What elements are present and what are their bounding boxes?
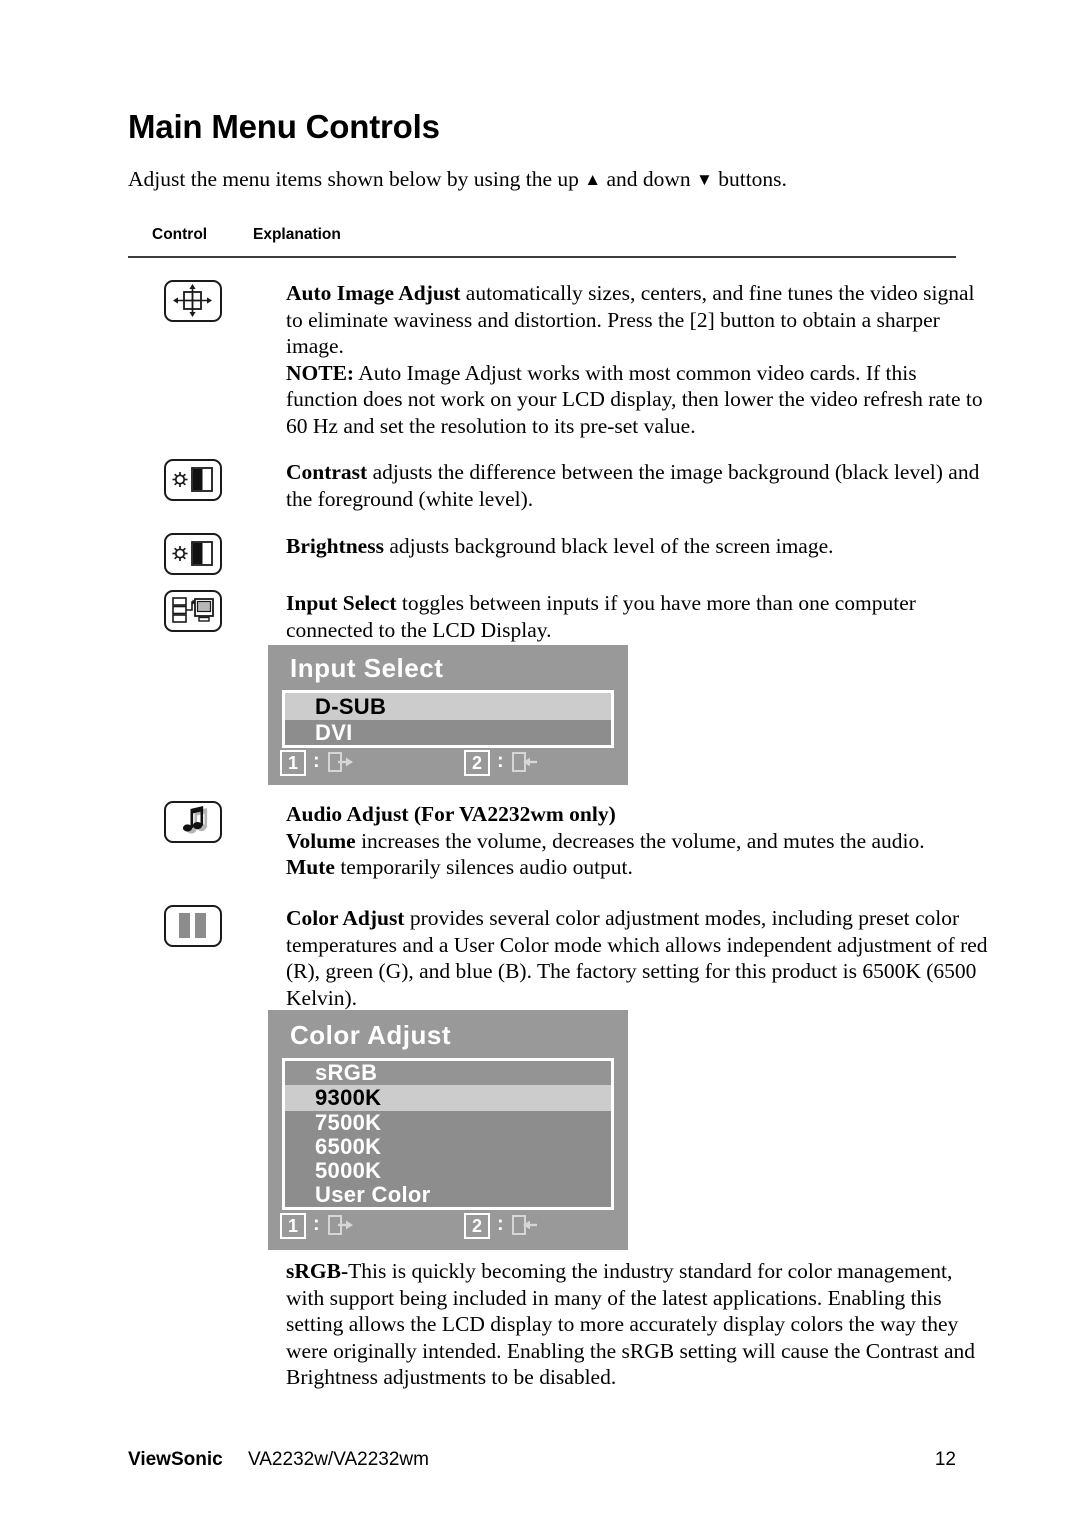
osd-hint-separator-1: : — [313, 1213, 320, 1235]
term-srgb: sRGB- — [286, 1259, 349, 1283]
body-volume: increases the volume, decreases the volu… — [355, 828, 925, 853]
heading-audio-adjust: Audio Adjust (For VA2232wm only) — [286, 802, 616, 826]
osd-input-select: Input Select D-SUB DVI 1 : 2 : — [268, 645, 628, 785]
intro-text-middle: and down — [606, 167, 691, 191]
auto-image-adjust-icon — [164, 280, 222, 322]
footer-brand: ViewSonic — [128, 1449, 223, 1470]
osd-hint-key-2: 2 — [464, 750, 490, 776]
osd-hint-1: 1 : — [280, 750, 355, 776]
osd-hint-2: 2 : — [464, 1213, 539, 1239]
column-header-explanation: Explanation — [253, 226, 341, 243]
osd-color-adjust: Color Adjust sRGB 9300K 7500K 6500K 5000… — [268, 1010, 628, 1250]
osd-option-srgb[interactable]: sRGB — [285, 1061, 611, 1085]
page-title: Main Menu Controls — [128, 108, 440, 145]
audio-adjust-icon — [164, 801, 222, 843]
auto-image-adjust-text: Auto Image Adjust automatically sizes, c… — [286, 280, 992, 439]
body-contrast: adjusts the difference between the image… — [286, 460, 980, 511]
intro-paragraph: Adjust the menu items shown below by usi… — [128, 166, 787, 193]
body-mute: temporarily silences audio output. — [334, 855, 633, 879]
term-color-adjust: Color Adjust — [286, 906, 405, 930]
up-arrow-icon: ▲ — [584, 170, 602, 189]
osd-input-select-footer: 1 : 2 : — [268, 750, 628, 784]
osd-hint-key-2: 2 — [464, 1213, 490, 1239]
osd-hint-1: 1 : — [280, 1213, 355, 1239]
header-divider — [128, 256, 956, 258]
osd-hint-separator-2: : — [497, 750, 504, 772]
term-input-select: Input Select — [286, 591, 397, 615]
note-label: NOTE: — [286, 360, 355, 385]
term-mute: Mute — [286, 855, 335, 879]
osd-option-d-sub[interactable]: D-SUB — [285, 693, 611, 720]
exit-right-icon — [327, 750, 355, 776]
osd-color-adjust-title: Color Adjust — [290, 1020, 452, 1050]
footer-model: VA2232w/VA2232wm — [248, 1449, 429, 1470]
brightness-text: Brightness adjusts background black leve… — [286, 533, 992, 560]
input-select-icon — [164, 590, 222, 632]
input-select-text: Input Select toggles between inputs if y… — [286, 590, 992, 643]
term-volume: Volume — [286, 828, 356, 853]
osd-option-user-color[interactable]: User Color — [285, 1182, 611, 1207]
osd-hint-key-1: 1 — [280, 1213, 306, 1239]
srgb-text: sRGB-This is quickly becoming the indust… — [286, 1258, 992, 1391]
osd-input-select-title: Input Select — [290, 653, 444, 683]
contrast-icon — [164, 459, 222, 501]
osd-option-5000k[interactable]: 5000K — [285, 1158, 611, 1183]
osd-color-adjust-list: sRGB 9300K 7500K 6500K 5000K User Color — [282, 1058, 614, 1210]
term-auto-image-adjust: Auto Image Adjust — [286, 281, 461, 305]
color-adjust-icon — [164, 905, 222, 947]
manual-page: Main Menu Controls Adjust the menu items… — [0, 0, 1080, 1528]
color-adjust-text: Color Adjust provides several color adju… — [286, 905, 992, 1011]
osd-option-7500k[interactable]: 7500K — [285, 1110, 611, 1135]
osd-color-adjust-footer: 1 : 2 : — [268, 1213, 628, 1247]
body-brightness: adjusts background black level of the sc… — [383, 534, 834, 558]
osd-hint-separator-1: : — [313, 750, 320, 772]
column-header-control: Control — [152, 226, 208, 243]
note-body: Auto Image Adjust works with most common… — [286, 360, 983, 438]
osd-option-9300k[interactable]: 9300K — [285, 1085, 611, 1111]
osd-option-dvi[interactable]: DVI — [285, 720, 611, 745]
exit-left-icon — [511, 1213, 539, 1239]
osd-hint-key-1: 1 — [280, 750, 306, 776]
down-arrow-icon: ▼ — [696, 170, 713, 189]
exit-left-icon — [511, 750, 539, 776]
osd-input-select-list: D-SUB DVI — [282, 690, 614, 748]
intro-text-before: Adjust the menu items shown below by usi… — [128, 167, 579, 191]
intro-text-after: buttons. — [718, 167, 787, 191]
audio-adjust-text: Audio Adjust (For VA2232wm only) Volume … — [286, 801, 992, 881]
osd-hint-separator-2: : — [497, 1213, 504, 1235]
osd-hint-2: 2 : — [464, 750, 539, 776]
term-contrast: Contrast — [286, 460, 368, 484]
footer-page-number: 12 — [934, 1449, 956, 1470]
osd-option-6500k[interactable]: 6500K — [285, 1134, 611, 1159]
body-srgb: This is quickly becoming the industry st… — [286, 1259, 976, 1389]
brightness-icon — [164, 533, 222, 575]
term-brightness: Brightness — [286, 534, 384, 558]
exit-right-icon — [327, 1213, 355, 1239]
contrast-text: Contrast adjusts the difference between … — [286, 459, 992, 512]
